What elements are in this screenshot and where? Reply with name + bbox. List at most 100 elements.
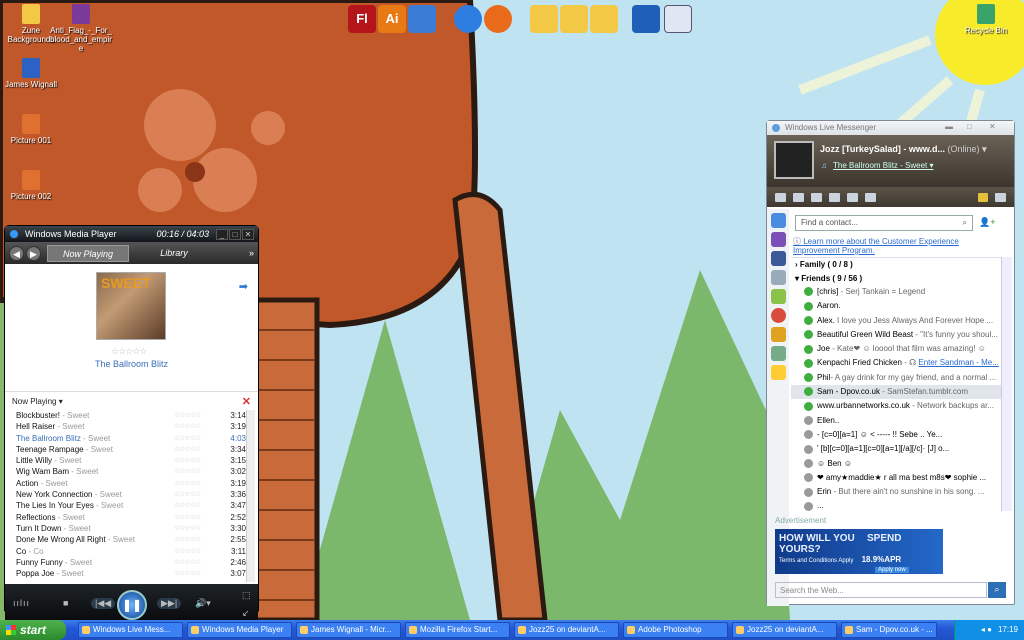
illustrator-icon[interactable]: Ai — [378, 5, 406, 33]
minimize-button[interactable]: ▬ — [945, 122, 953, 131]
switch-to-compact-icon[interactable]: ⬚ — [242, 590, 251, 601]
playlist-scrollbar[interactable] — [246, 410, 255, 582]
back-button[interactable]: ◀ — [9, 245, 24, 261]
track-rating-stars[interactable]: ☆☆☆☆☆ — [174, 466, 222, 477]
pause-button[interactable]: ❚❚ — [117, 590, 147, 620]
track-rating-stars[interactable]: ☆☆☆☆☆ — [174, 478, 222, 489]
track-rating-stars[interactable]: ☆☆☆☆☆ — [174, 523, 222, 534]
contact-item[interactable]: ☺ Ben ☺ — [791, 457, 1001, 471]
playlist-row[interactable]: Little Willy - Sweet ☆☆☆☆☆ 3:15 — [16, 455, 246, 466]
track-rating-stars[interactable]: ☆☆☆☆☆ — [174, 568, 222, 579]
playlist-row[interactable]: Blockbuster! - Sweet ☆☆☆☆☆ 3:14 — [16, 410, 246, 421]
cd-folder-icon[interactable] — [560, 5, 588, 33]
playlist-row[interactable]: Wig Wam Bam - Sweet ☆☆☆☆☆ 3:02 — [16, 466, 246, 477]
volume-icon[interactable]: 🔊▾ — [195, 598, 211, 609]
playlist-row[interactable]: Teenage Rampage - Sweet ☆☆☆☆☆ 3:34 — [16, 444, 246, 455]
ebay-icon[interactable] — [770, 365, 786, 380]
stop-button[interactable]: ■ — [63, 598, 68, 608]
contacts-icon[interactable] — [793, 192, 804, 202]
contacts-tab-icon[interactable] — [770, 213, 786, 228]
album-cover[interactable]: SWEET — [96, 272, 166, 340]
track-rating-stars[interactable]: ☆☆☆☆☆ — [174, 433, 222, 444]
contact-item[interactable]: - [c=0][a=1] ☺ < ----- !! Sebe .. Ye... — [791, 428, 1001, 442]
taskbar-item-messenger[interactable]: Windows Live Mess... — [78, 622, 183, 638]
xbox-icon[interactable] — [770, 346, 786, 361]
track-rating-stars[interactable]: ☆☆☆☆☆ — [174, 546, 222, 557]
avatar[interactable] — [774, 141, 814, 179]
folder-icon[interactable] — [530, 5, 558, 33]
contact-item[interactable]: ... — [791, 499, 1001, 511]
track-rating-stars[interactable]: ☆☆☆☆☆ — [174, 455, 222, 466]
desktop-icon-james-wignall[interactable]: James Wignall — [0, 58, 62, 89]
maximize-button[interactable]: □ — [229, 228, 241, 240]
clear-list-icon[interactable]: ✕ — [242, 395, 251, 408]
playlist-row[interactable]: Co - Co ☆☆☆☆☆ 3:11 — [16, 546, 246, 557]
contact-item[interactable]: Phil- A gay drink for my gay friend, and… — [791, 371, 1001, 385]
firefox-icon[interactable] — [484, 5, 512, 33]
contact-item[interactable]: ❤ amy★maddie★ r all ma best m8s❤ sophie … — [791, 471, 1001, 485]
contact-group[interactable]: › Family ( 0 / 8 ) — [791, 258, 1001, 272]
minimize-button[interactable]: _ — [216, 228, 228, 240]
playlist-row[interactable]: Done Me Wrong All Right - Sweet ☆☆☆☆☆ 2:55 — [16, 534, 246, 545]
start-button[interactable]: start — [0, 620, 66, 640]
playlist-row[interactable]: The Ballroom Blitz - Sweet ☆☆☆☆☆ 4:03 — [16, 433, 246, 444]
advertisement-banner[interactable]: HOW WILL YOU SPEND YOURS? Terms and Cond… — [775, 529, 943, 574]
forward-button[interactable]: ▶ — [26, 245, 41, 261]
web-search-input[interactable]: Search the Web... — [775, 582, 987, 598]
more-tabs-icon[interactable]: » — [249, 248, 254, 258]
desktop-icon-recycle-bin[interactable]: Recycle Bin — [956, 4, 1016, 35]
contact-item[interactable]: Erin - But there ain't no sunshine in hi… — [791, 485, 1001, 499]
playlist-row[interactable]: Funny Funny - Sweet ☆☆☆☆☆ 2:46 — [16, 557, 246, 568]
app-tab-icon[interactable] — [770, 270, 786, 285]
feather-icon[interactable] — [408, 5, 436, 33]
share-icon[interactable] — [847, 192, 858, 202]
internet-explorer-icon[interactable] — [454, 5, 482, 33]
desktop-icon-picture-002[interactable]: Picture 002 — [0, 170, 62, 201]
taskbar-item-photoshop[interactable]: Adobe Photoshop — [623, 622, 728, 638]
playlist-row[interactable]: Turn It Down - Sweet ☆☆☆☆☆ 3:30 — [16, 523, 246, 534]
taskbar-item-media-player[interactable]: Windows Media Player — [187, 622, 292, 638]
contact-item[interactable]: ' [b][c=0][a=1][c=0][a=1][/a][/c]· [J] o… — [791, 442, 1001, 456]
track-rating-stars[interactable]: ☆☆☆☆☆ — [174, 534, 222, 545]
arrow-right-icon[interactable]: ➡ — [239, 280, 248, 293]
taskbar-item-sam-chat[interactable]: Sam - Dpov.co.uk - ... — [841, 622, 937, 638]
phone-icon[interactable] — [865, 192, 876, 202]
flash-icon[interactable]: Fl — [348, 5, 376, 33]
contact-item[interactable]: Alex. I love you Jess Always And Forever… — [791, 314, 1001, 328]
resize-grip-icon[interactable]: ↙ — [242, 608, 250, 619]
playlist-row[interactable]: The Lies In Your Eyes - Sweet ☆☆☆☆☆ 3:47 — [16, 500, 246, 511]
paintbrush-icon[interactable] — [770, 327, 786, 342]
picture-folder-icon[interactable] — [590, 5, 618, 33]
playlist-row[interactable]: New York Connection - Sweet ☆☆☆☆☆ 3:36 — [16, 489, 246, 500]
track-rating-stars[interactable]: ☆☆☆☆☆ — [174, 557, 222, 568]
previous-button[interactable]: |◀◀ — [91, 598, 116, 609]
album-rating-stars[interactable]: ☆☆☆☆☆ — [111, 346, 147, 357]
taskbar-item-firefox[interactable]: Mozilla Firefox Start... — [405, 622, 510, 638]
contact-item[interactable]: Beautiful Green Wild Beast - "It's funny… — [791, 328, 1001, 342]
contact-item[interactable]: [chris] - Serj Tankain = Legend — [791, 285, 1001, 299]
track-rating-stars[interactable]: ☆☆☆☆☆ — [174, 410, 222, 421]
wmp-title-bar[interactable]: Windows Media Player 00:16 / 04:03 _ □ ✕ — [5, 226, 258, 242]
monitor-icon[interactable] — [632, 5, 660, 33]
contact-item[interactable]: Aaron. — [791, 299, 1001, 313]
search-contact-input[interactable]: Find a contact... ⌕ — [795, 215, 973, 231]
next-button[interactable]: ▶▶| — [157, 598, 182, 609]
playlist-row[interactable]: Hell Raiser - Sweet ☆☆☆☆☆ 3:19 — [16, 421, 246, 432]
contact-item[interactable]: Kenpachi Fried Chicken - ☊ Enter Sandman… — [791, 356, 1001, 370]
track-rating-stars[interactable]: ☆☆☆☆☆ — [174, 489, 222, 500]
calendar-icon[interactable] — [829, 192, 840, 202]
personal-message[interactable]: The Ballroom Blitz - Sweet ▾ — [833, 161, 934, 170]
close-button[interactable]: ✕ — [989, 122, 996, 131]
wii-fit-icon[interactable] — [770, 289, 786, 304]
tab-library[interactable]: Library — [133, 245, 215, 262]
contact-item[interactable]: Joe - Kate❤ ☺ looool that film was amazi… — [791, 342, 1001, 356]
taskbar-item-deviantart-2[interactable]: Jozz25 on deviantA... — [732, 622, 837, 638]
maximize-button[interactable]: □ — [967, 122, 972, 131]
tray-icons[interactable]: ◂ ● — [981, 625, 992, 634]
web-search-button[interactable]: ⌕ — [988, 582, 1006, 598]
album-title[interactable]: The Ballroom Blitz — [5, 359, 258, 369]
close-button[interactable]: ✕ — [242, 228, 254, 240]
tab-now-playing[interactable]: Now Playing — [47, 244, 129, 262]
playlist-row[interactable]: Poppa Joe - Sweet ☆☆☆☆☆ 3:07 — [16, 568, 246, 579]
info-link[interactable]: ⓘ Learn more about the Customer Experien… — [793, 237, 1001, 255]
